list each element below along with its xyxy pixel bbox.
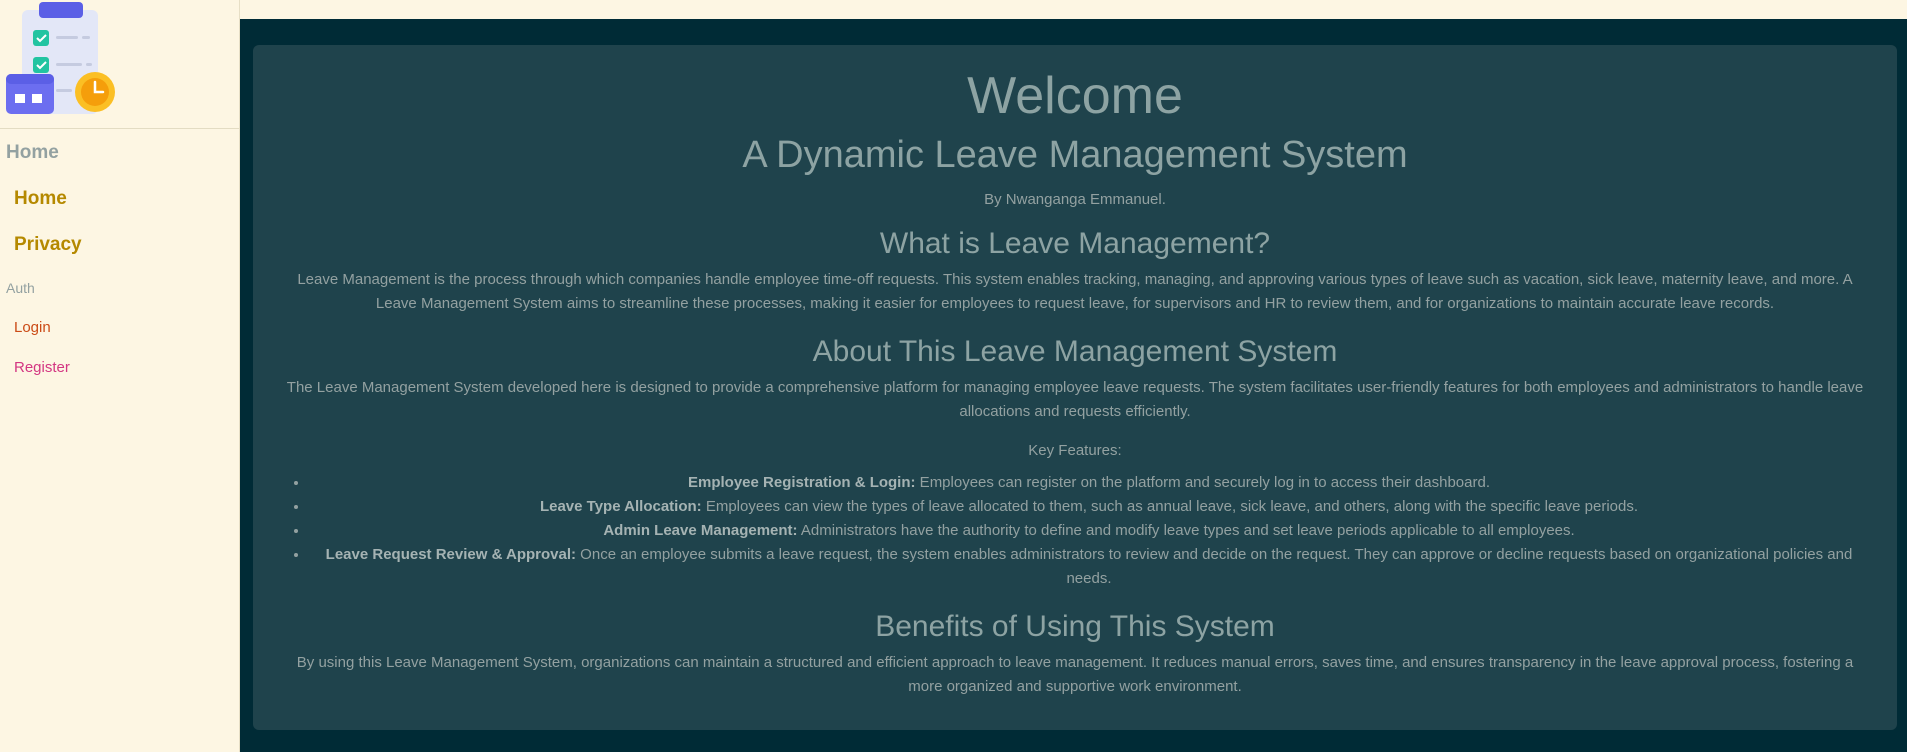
app-logo-icon[interactable] [4, 2, 116, 116]
feature-title: Leave Type Allocation: [539, 497, 702, 515]
list-item: Leave Request Review & Approval: Once an… [309, 543, 1869, 591]
sidebar-item-register[interactable]: Register [14, 359, 70, 376]
sidebar-item-login[interactable]: Login [14, 319, 51, 336]
section-heading-benefits: Benefits of Using This System [875, 609, 1275, 643]
feature-text: Employees can register on the platform a… [915, 473, 1490, 491]
list-item: Admin Leave Management: Administrators h… [309, 519, 1869, 543]
page-subtitle: A Dynamic Leave Management System [742, 134, 1408, 177]
sidebar: Home Home Privacy Auth Login Register [0, 0, 240, 752]
features-list: Employee Registration & Login: Employees… [281, 471, 1869, 591]
list-item: Employee Registration & Login: Employees… [309, 471, 1869, 495]
feature-text: Once an employee submits a leave request… [576, 545, 1853, 587]
section-text-what-is: Leave Management is the process through … [297, 270, 1853, 312]
sidebar-heading-home: Home [6, 142, 59, 163]
welcome-card: Welcome A Dynamic Leave Management Syste… [253, 45, 1897, 730]
sidebar-item-privacy[interactable]: Privacy [14, 234, 82, 256]
feature-title: Leave Request Review & Approval: [325, 545, 577, 563]
feature-title: Admin Leave Management: [603, 521, 798, 539]
section-text-about: The Leave Management System developed he… [286, 378, 1864, 420]
author-byline: By Nwanganga Emmanuel. [984, 190, 1166, 208]
section-heading-what-is: What is Leave Management? [879, 226, 1271, 260]
page-title: Welcome [967, 67, 1183, 125]
sidebar-heading-auth: Auth [6, 280, 35, 296]
list-item: Leave Type Allocation: Employees can vie… [309, 495, 1869, 519]
features-label: Key Features: [1028, 441, 1122, 459]
top-bar [240, 0, 1907, 19]
logo-area [0, 0, 239, 129]
section-text-benefits: By using this Leave Management System, o… [296, 653, 1854, 695]
section-heading-about: About This Leave Management System [812, 334, 1338, 368]
feature-title: Employee Registration & Login: [687, 473, 916, 491]
feature-text: Employees can view the types of leave al… [701, 497, 1639, 515]
sidebar-item-home[interactable]: Home [14, 188, 67, 210]
feature-text: Administrators have the authority to def… [797, 521, 1575, 539]
